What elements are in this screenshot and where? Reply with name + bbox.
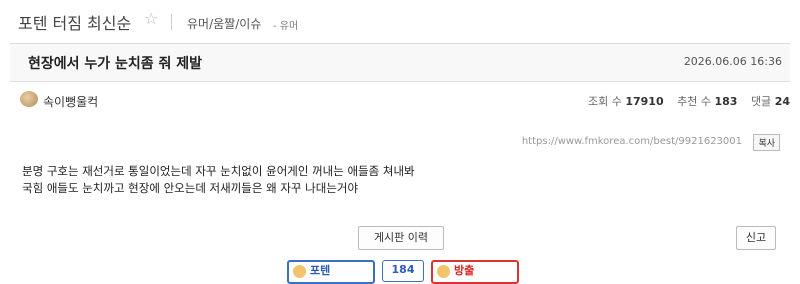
post-url-row: https://www.fmkorea.com/best/9921623001 … xyxy=(10,134,790,151)
post-url[interactable]: https://www.fmkorea.com/best/9921623001 xyxy=(522,136,742,147)
downvote-button[interactable]: 방출 xyxy=(431,260,519,284)
recommend-label: 추천 수 xyxy=(677,95,711,108)
board-name[interactable]: 포텐 터짐 최신순 xyxy=(18,10,131,34)
board-header: 포텐 터짐 최신순 ☆ 유머/움짤/이슈 - 유머 xyxy=(0,0,800,43)
post-stats: 조회 수 17910 추천 수 183 댓글 24 xyxy=(588,93,790,109)
views-count: 17910 xyxy=(625,95,664,108)
upvote-button[interactable]: 포텐 xyxy=(287,260,375,284)
avatar[interactable] xyxy=(20,91,38,107)
board-history-button[interactable]: 게시판 이력 xyxy=(358,226,444,250)
comments-label: 댓글 xyxy=(750,95,772,108)
body-line: 국힘 애들도 눈치까고 현장에 안오는데 저새끼들은 왜 자꾸 나대는거야 xyxy=(22,181,359,195)
favorite-star-icon[interactable]: ☆ xyxy=(144,9,158,28)
comments-count: 24 xyxy=(774,95,790,108)
body-line: 분명 구호는 재선거로 통일이었는데 자꾸 눈치없이 윤어게인 꺼내는 애들좀 … xyxy=(22,164,415,178)
vote-count: 184 xyxy=(382,260,424,282)
post-title: 현장에서 누가 눈치좀 줘 제발 xyxy=(28,56,203,72)
post-date: 2026.06.06 16:36 xyxy=(683,55,782,68)
upvote-label: 포텐 xyxy=(310,264,331,277)
author-name[interactable]: 속이뻥울컥 xyxy=(43,93,98,110)
views-label: 조회 수 xyxy=(587,95,622,108)
report-button[interactable]: 신고 xyxy=(736,226,776,250)
copy-url-button[interactable]: 복사 xyxy=(753,134,780,151)
divider xyxy=(171,14,172,30)
post-meta: 속이뻥울컥 조회 수 17910 추천 수 183 댓글 24 xyxy=(10,88,790,114)
category-link[interactable]: 유머/움짤/이슈 xyxy=(187,15,261,32)
recommend-count: 183 xyxy=(714,95,738,108)
post-title-bar: 현장에서 누가 눈치좀 줘 제발 2026.06.06 16:36 xyxy=(10,44,790,82)
subcategory-label: - 유머 xyxy=(273,21,299,32)
vote-bar: 포텐 184 방출 xyxy=(0,258,800,284)
downvote-label: 방출 xyxy=(454,264,475,277)
post-body: 분명 구호는 재선거로 통일이었는데 자꾸 눈치없이 윤어게인 꺼내는 애들좀 … xyxy=(22,163,415,197)
